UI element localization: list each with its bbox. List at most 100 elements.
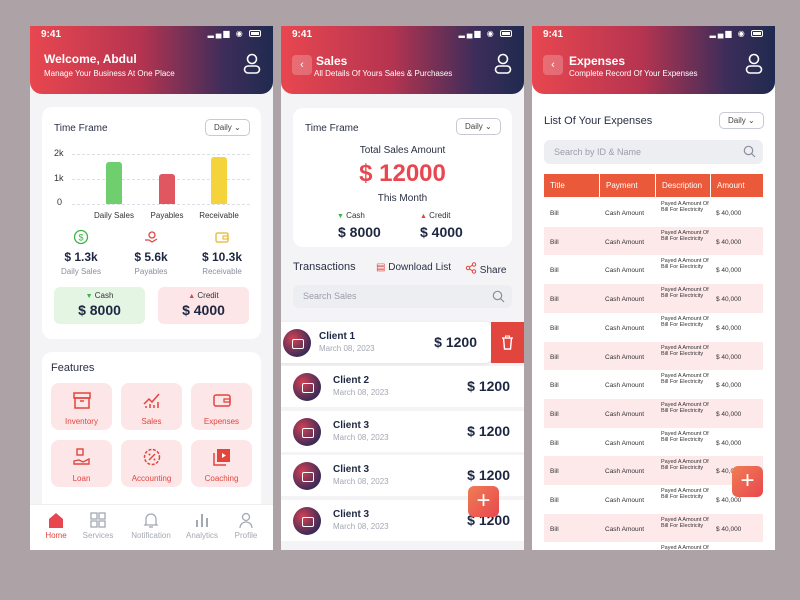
- cell-title: Bill: [550, 353, 559, 361]
- feature-label: Loan: [72, 474, 91, 483]
- client-name: Client 1: [319, 331, 356, 342]
- grid-icon: [90, 512, 106, 528]
- search-sales-input[interactable]: Search Sales: [293, 285, 512, 308]
- dropdown-value: Daily: [728, 116, 746, 125]
- cell-amount: $ 40,000: [716, 497, 742, 504]
- add-sale-button[interactable]: +: [468, 486, 499, 517]
- table-row[interactable]: BillCash AmountPayed A Amount Of Bill Fo…: [544, 370, 763, 399]
- time-frame-dropdown[interactable]: Daily ⌄: [456, 118, 501, 135]
- cell-title: Bill: [550, 382, 559, 390]
- cell-amount: $ 40,000: [716, 410, 742, 418]
- discount-badge-icon: [143, 448, 160, 466]
- cash-value: $ 8000: [78, 302, 121, 318]
- status-icons: ▂▄▆ ◉: [459, 29, 512, 38]
- table-row[interactable]: BillCash AmountPayed A Amount Of Bill Fo…: [544, 226, 763, 256]
- nav-profile[interactable]: Profile: [222, 511, 270, 540]
- table-row[interactable]: BillCash AmountPayed A Amount Of Bill Fo…: [544, 341, 763, 371]
- feature-coaching[interactable]: Coaching: [191, 440, 252, 487]
- dashboard-screen: 9:41 ▂▄▆ ◉ Welcome, Abdul Manage Your Bu…: [30, 26, 273, 550]
- wallet-icon: [293, 373, 321, 401]
- cell-title: Bill: [550, 210, 559, 217]
- feature-accounting[interactable]: Accounting: [121, 440, 182, 487]
- cell-description: Payed A Amount Of Bill For Electricity: [661, 459, 709, 472]
- wallet-icon: [215, 232, 229, 243]
- back-button[interactable]: ‹: [543, 55, 563, 75]
- wallet-icon: [293, 507, 321, 535]
- bar-daily-sales: [106, 161, 122, 204]
- table-row[interactable]: BillCash AmountPayed A Amount Of Bill Fo…: [544, 428, 763, 457]
- feature-loan[interactable]: Loan: [51, 440, 112, 487]
- nav-label: Services: [82, 531, 114, 540]
- transaction-amount: $ 1200: [434, 334, 477, 350]
- table-row[interactable]: BillCash AmountPayed A Amount Of Bill Fo…: [544, 398, 763, 428]
- status-icons: ▂▄▆ ◉: [710, 29, 763, 38]
- client-name: Client 3: [333, 464, 370, 475]
- table-row[interactable]: BillCash AmountPayed A Amount Of Bill Fo…: [544, 456, 763, 485]
- table-row[interactable]: BillCash AmountPayed A Amount Of Bill Fo…: [544, 284, 763, 313]
- stat-payables: $ 5.6k Payables: [121, 250, 181, 276]
- feature-expenses[interactable]: Expenses: [191, 383, 252, 430]
- column-header-description[interactable]: Description: [656, 174, 710, 197]
- time-frame-dropdown[interactable]: Daily ⌄: [719, 112, 764, 129]
- table-row[interactable]: BillCash AmountPayed A Amount Of Bill Fo…: [544, 198, 763, 227]
- status-time: 9:41: [543, 29, 564, 40]
- search-expenses-input[interactable]: Search by ID & Name: [544, 140, 763, 164]
- gridline: [72, 154, 250, 155]
- add-expense-button[interactable]: +: [732, 466, 763, 497]
- table-row[interactable]: BillCash AmountPayed A Amount Of Bill Fo…: [544, 513, 763, 543]
- chevron-down-icon: ⌄: [748, 116, 755, 125]
- user-icon[interactable]: [494, 53, 512, 75]
- user-icon[interactable]: [745, 53, 763, 75]
- loan-hand-icon: [72, 448, 90, 465]
- delete-button[interactable]: [491, 322, 524, 363]
- bar-receivable: [211, 156, 227, 204]
- feature-sales[interactable]: Sales: [121, 383, 182, 430]
- cell-payment: Cash Amount: [605, 439, 645, 447]
- sales-summary-card: Time Frame Daily ⌄ Total Sales Amount $ …: [293, 108, 512, 247]
- cell-payment: Cash Amount: [605, 468, 645, 476]
- cell-amount: $ 40,000: [716, 525, 742, 533]
- table-row[interactable]: BillCash AmountPayed A Amount Of Bill Fo…: [544, 485, 763, 514]
- cell-title: Bill: [550, 525, 559, 533]
- nav-services[interactable]: Services: [74, 511, 122, 540]
- transaction-row[interactable]: Client 2 March 08, 2023 $ 1200: [281, 366, 524, 407]
- column-header-title[interactable]: Title: [544, 174, 599, 197]
- transaction-row[interactable]: Client 3 March 08, 2023 $ 1200: [281, 411, 524, 452]
- cell-description: Payed A Amount Of Bill For Electricity: [661, 201, 709, 213]
- cell-amount: $ 40,000: [716, 267, 742, 275]
- nav-home[interactable]: Home: [32, 511, 80, 540]
- nav-analytics[interactable]: Analytics: [178, 511, 226, 540]
- sales-screen: 9:41 ▂▄▆ ◉ ‹ Sales All Details Of Yours …: [281, 26, 524, 550]
- search-icon[interactable]: [492, 290, 505, 303]
- table-row[interactable]: BillCash AmountPayed A Amount Of Bill Fo…: [544, 542, 763, 550]
- feature-inventory[interactable]: Inventory: [51, 383, 112, 430]
- table-row[interactable]: BillCash AmountPayed A Amount Of Bill Fo…: [544, 255, 763, 284]
- cell-description: Payed A Amount Of Bill For Electricity: [661, 401, 709, 414]
- pdf-icon: ▤: [376, 262, 386, 273]
- user-icon[interactable]: [243, 53, 261, 75]
- overview-card: Time Frame Daily ⌄ 2k 1k 0 Daily Sales P…: [42, 107, 261, 339]
- back-button[interactable]: ‹: [292, 55, 312, 75]
- column-header-payment[interactable]: Payment: [600, 174, 655, 197]
- time-frame-dropdown[interactable]: Daily ⌄: [205, 119, 250, 136]
- bell-icon: [143, 513, 159, 528]
- dollar-icon: $: [73, 229, 89, 245]
- transaction-row[interactable]: Client 1 March 08, 2023 $ 1200: [281, 322, 491, 363]
- cell-title: Bill: [550, 410, 559, 418]
- period-label: This Month: [377, 193, 428, 204]
- share-button[interactable]: Share: [465, 262, 506, 276]
- expenses-subtitle: Complete Record Of Your Expenses: [569, 69, 698, 78]
- svg-text:$: $: [78, 233, 83, 243]
- bottom-nav: Home Services Notification Analytics Pro…: [30, 504, 273, 550]
- credit-value: $ 4000: [420, 224, 463, 240]
- chevron-left-icon: ‹: [551, 59, 555, 71]
- nav-notification[interactable]: Notification: [127, 511, 175, 540]
- cell-title: Bill: [550, 238, 559, 246]
- download-list-button[interactable]: ▤ Download List: [376, 262, 451, 273]
- search-icon[interactable]: [743, 145, 756, 158]
- table-row[interactable]: BillCash AmountPayed A Amount Of Bill Fo…: [544, 313, 763, 342]
- cell-description: Payed A Amount Of Bill For Electricity: [661, 315, 709, 328]
- column-header-amount[interactable]: Amount: [711, 174, 763, 197]
- feature-label: Sales: [141, 417, 162, 426]
- cell-amount: $ 40,000: [716, 353, 742, 361]
